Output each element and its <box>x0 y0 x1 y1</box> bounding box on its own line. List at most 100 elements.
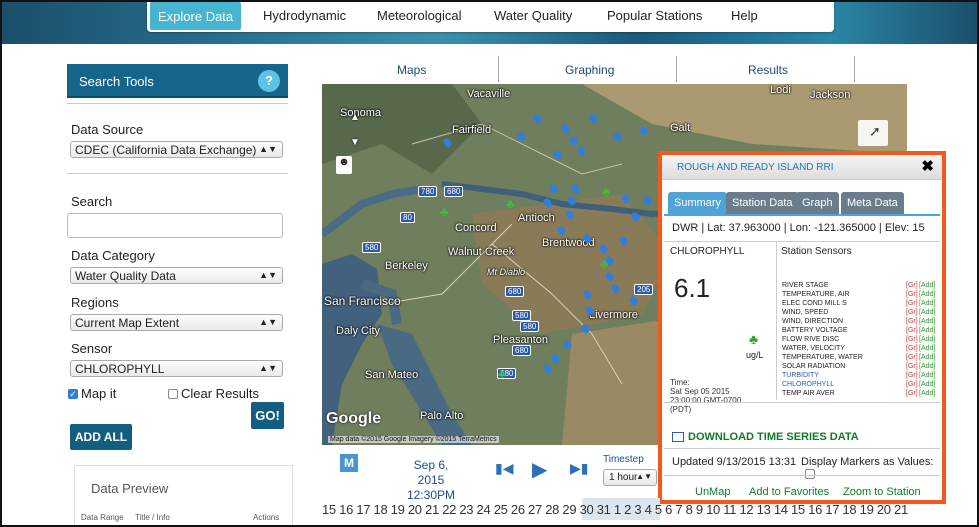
street-view-pegman-icon[interactable]: ☻ <box>336 156 352 174</box>
graph-sensor-link[interactable]: [Gr] <box>906 327 918 334</box>
tab-maps[interactable]: Maps <box>397 63 426 77</box>
map-label-jackson: Jackson <box>810 89 851 101</box>
skip-forward-icon[interactable]: ▶▮ <box>570 460 588 477</box>
graph-sensor-link[interactable]: [Gr] <box>906 318 918 325</box>
pan-up-icon[interactable]: ▲ <box>344 112 366 123</box>
nav-help[interactable]: Help <box>731 8 758 23</box>
add-sensor-link[interactable]: [Add] <box>919 390 935 397</box>
graph-sensor-link[interactable]: [Gr] <box>906 390 918 397</box>
chlorophyll-marker-icon[interactable]: ♣ <box>506 196 515 211</box>
highway-shield: 580 <box>512 310 532 321</box>
markers-label-text: Display Markers as Values: <box>801 456 934 468</box>
sensor-row: WIND, DIRECTION [Gr] [Add] <box>782 318 940 327</box>
add-sensor-link[interactable]: [Add] <box>919 372 935 379</box>
divider <box>67 173 288 174</box>
date-line: Sep 6, 2015 <box>413 458 449 487</box>
sensor-row-name[interactable]: TURBIDITY <box>782 372 819 379</box>
graph-sensor-link[interactable]: [Gr] <box>906 345 918 352</box>
graph-sensor-link[interactable]: [Gr] <box>906 300 918 307</box>
app-window: Explore Data Hydrodynamic Meteorological… <box>0 0 979 527</box>
skip-back-icon[interactable]: ▮◀ <box>495 460 513 477</box>
help-icon[interactable]: ? <box>258 70 280 92</box>
add-sensor-link[interactable]: [Add] <box>919 354 935 361</box>
graph-sensor-link[interactable]: [Gr] <box>906 363 918 370</box>
graph-sensor-link[interactable]: [Gr] <box>906 354 918 361</box>
tab-meta-data[interactable]: Meta Data <box>841 192 904 214</box>
add-to-favorites-link[interactable]: Add to Favorites <box>749 486 829 498</box>
tab-station-data[interactable]: Station Data <box>726 192 799 214</box>
add-all-button[interactable]: ADD ALL <box>70 424 132 450</box>
map-zoom-control[interactable]: ▲ ▼ <box>344 112 366 148</box>
divider <box>664 475 940 476</box>
close-icon[interactable]: ✖ <box>921 157 934 175</box>
column-data-range: Data Range <box>81 513 124 522</box>
graph-sensor-link[interactable]: [Gr] <box>906 282 918 289</box>
timestep-select[interactable]: 1 hour ▲▼ <box>603 469 657 486</box>
search-tools-title: Search Tools <box>79 74 154 89</box>
unmap-link[interactable]: UnMap <box>695 486 730 498</box>
chlorophyll-marker-icon[interactable]: ♣ <box>600 256 609 271</box>
pan-down-icon[interactable]: ▼ <box>344 137 366 148</box>
add-sensor-link[interactable]: [Add] <box>919 345 935 352</box>
tab-results[interactable]: Results <box>748 63 788 77</box>
map-label-concord: Concord <box>455 222 497 234</box>
add-sensor-link[interactable]: [Add] <box>919 291 935 298</box>
download-time-series-link[interactable]: DOWNLOAD TIME SERIES DATA <box>672 431 859 443</box>
sensor-row-name: RIVER STAGE <box>782 282 829 289</box>
data-category-select[interactable]: Water Quality Data ▲▼ <box>70 267 283 284</box>
add-sensor-link[interactable]: [Add] <box>919 282 935 289</box>
chlorophyll-marker-icon[interactable]: ♣ <box>440 204 449 219</box>
sensor-row-name[interactable]: CHLOROPHYLL <box>782 381 834 388</box>
sensor-row: CHLOROPHYLL [Gr] [Add] <box>782 381 940 390</box>
tab-summary[interactable]: Summary <box>668 192 728 214</box>
chlorophyll-marker-icon[interactable]: ♣ <box>602 184 611 199</box>
graph-sensor-link[interactable]: [Gr] <box>906 336 918 343</box>
column-actions: Actions <box>253 513 280 522</box>
play-icon[interactable]: ▶ <box>532 457 547 482</box>
clear-results-checkbox[interactable] <box>168 389 178 399</box>
nav-hydrodynamic[interactable]: Hydrodynamic <box>263 8 346 23</box>
nav-popular-stations[interactable]: Popular Stations <box>607 8 702 23</box>
sensor-row-name: BATTERY VOLTAGE <box>782 327 848 334</box>
nav-meteorological[interactable]: Meteorological <box>377 8 462 23</box>
sensor-row: WIND, SPEED [Gr] [Add] <box>782 309 940 318</box>
tab-graphing[interactable]: Graphing <box>565 63 614 77</box>
graph-sensor-link[interactable]: [Gr] <box>906 309 918 316</box>
chlorophyll-marker-icon[interactable]: ♣ <box>498 366 507 381</box>
data-source-select[interactable]: CDEC (California Data Exchange) ▲▼ <box>70 141 283 158</box>
current-date: Sep 6, 2015 12:30PM <box>402 458 460 503</box>
station-info: DWR | Lat: 37.963000 | Lon: -121.365000 … <box>672 222 925 234</box>
zoom-to-station-link[interactable]: Zoom to Station <box>843 486 921 498</box>
add-sensor-link[interactable]: [Add] <box>919 300 935 307</box>
sensor-select[interactable]: CHLOROPHYLL ▲▼ <box>70 360 283 377</box>
add-sensor-link[interactable]: [Add] <box>919 381 935 388</box>
sensor-row: WATER, VELOCITY [Gr] [Add] <box>782 345 940 354</box>
time-clock: 23:00:00 GMT-0700 <box>670 396 742 405</box>
add-sensor-link[interactable]: [Add] <box>919 327 935 334</box>
pan-tool[interactable]: ➚ <box>858 120 888 146</box>
map-label-walnut-creek: Walnut Creek <box>448 246 515 258</box>
graph-sensor-link[interactable]: [Gr] <box>906 291 918 298</box>
regions-select[interactable]: Current Map Extent ▲▼ <box>70 314 283 331</box>
add-sensor-link[interactable]: [Add] <box>919 318 935 325</box>
graph-sensor-link[interactable]: [Gr] <box>906 381 918 388</box>
graph-sensor-link[interactable]: [Gr] <box>906 372 918 379</box>
day-timeline[interactable]: 15 16 17 18 19 20 21 22 23 24 25 26 27 2… <box>322 502 908 517</box>
add-sensor-link[interactable]: [Add] <box>919 309 935 316</box>
nav-explore-data[interactable]: Explore Data <box>150 2 242 30</box>
map-label-vacaville: Vacaville <box>467 88 511 100</box>
go-button[interactable]: GO! <box>251 402 284 429</box>
sensor-row: FLOW RIVE DISC [Gr] [Add] <box>782 336 940 345</box>
tab-separator <box>676 56 677 82</box>
column-divider <box>776 242 777 400</box>
m-button[interactable]: M <box>340 454 358 472</box>
sensor-unit: ug/L <box>746 350 764 360</box>
select-arrows-icon: ▲▼ <box>259 144 277 154</box>
add-sensor-link[interactable]: [Add] <box>919 363 935 370</box>
main-nav: Explore Data Hydrodynamic Meteorological… <box>147 2 834 32</box>
add-sensor-link[interactable]: [Add] <box>919 336 935 343</box>
search-input[interactable] <box>67 213 283 238</box>
map-it-checkbox[interactable]: ✓ <box>68 389 78 399</box>
tab-graph[interactable]: Graph <box>796 192 839 214</box>
nav-water-quality[interactable]: Water Quality <box>494 8 572 23</box>
